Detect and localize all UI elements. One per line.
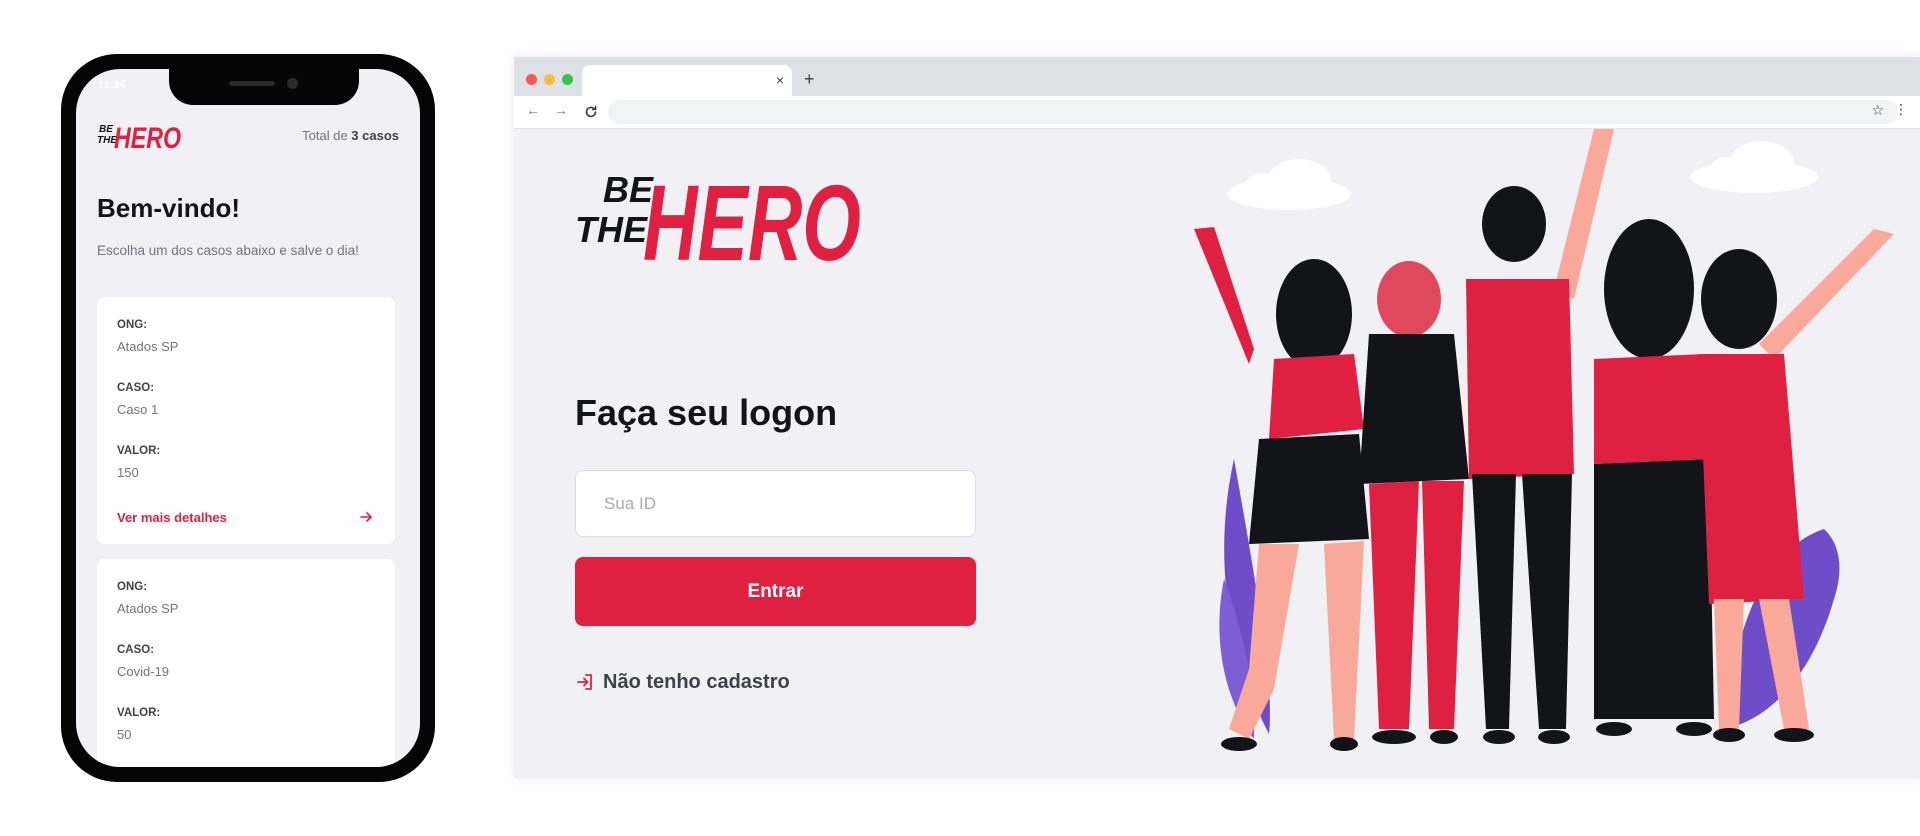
browser-toolbar: ← → ☆ ⋮ (514, 96, 1920, 129)
browser-window: × + ← → ☆ ⋮ BE THE HERO Faça seu logon E… (514, 57, 1920, 778)
ong-label: ONG: (117, 581, 148, 593)
logon-title: Faça seu logon (575, 392, 838, 433)
total-count: 3 casos (351, 128, 399, 143)
caso-label: CASO: (117, 644, 155, 656)
logo-hero: HERO (114, 122, 181, 152)
address-bar[interactable] (608, 100, 1898, 124)
case-valor-row: VALOR: 50 (117, 707, 375, 767)
new-tab-button[interactable]: + (804, 69, 815, 90)
bookmark-star-icon[interactable]: ☆ (1871, 102, 1884, 119)
arrow-right-icon (360, 512, 372, 522)
logo-hero: HERO (643, 162, 861, 272)
heroes-group-illustration (1194, 129, 1894, 751)
showcase: 11:34 BE THE HERO Total de 3 casos Bem-v… (0, 0, 1920, 836)
camera-icon (287, 78, 298, 89)
back-icon[interactable]: ← (526, 102, 540, 118)
case-card: ONG: Atados SP CASO: Covid-19 VALOR: 50 … (97, 559, 395, 767)
minimize-window-button[interactable] (544, 74, 555, 85)
case-caso-row: CASO: Covid-19 (117, 644, 375, 707)
total-cases: Total de 3 casos (302, 128, 399, 143)
be-the-hero-logo: BE THE HERO (575, 162, 861, 272)
phone-notch (169, 69, 359, 105)
case-valor-row: VALOR: 150 (117, 445, 375, 508)
reload-icon[interactable] (584, 105, 598, 119)
login-button[interactable]: Entrar (575, 557, 976, 626)
speaker-icon (229, 81, 275, 86)
browser-tab[interactable]: × (582, 65, 792, 96)
browser-titlebar: × + (514, 57, 1920, 96)
case-ong-row: ONG: Atados SP (117, 319, 375, 382)
maximize-window-button[interactable] (562, 74, 573, 85)
register-label: Não tenho cadastro (603, 670, 790, 693)
ong-value: Atados SP (117, 339, 179, 354)
log-in-icon (577, 674, 592, 690)
cloud-icon (1227, 159, 1351, 210)
status-time: 11:34 (98, 79, 126, 91)
case-caso-row: CASO: Caso 1 (117, 382, 375, 445)
register-link[interactable]: Não tenho cadastro (575, 670, 790, 694)
valor-label: VALOR: (117, 707, 161, 719)
phone-mockup: 11:34 BE THE HERO Total de 3 casos Bem-v… (61, 54, 435, 782)
ong-value: Atados SP (117, 601, 179, 616)
total-prefix: Total de (302, 128, 352, 143)
valor-label: VALOR: (117, 445, 161, 457)
close-tab-icon[interactable]: × (776, 72, 784, 88)
details-link[interactable]: Ver mais detalhes (117, 510, 375, 530)
welcome-subtitle: Escolha um dos casos abaixo e salve o di… (97, 243, 359, 258)
close-window-button[interactable] (526, 74, 537, 85)
valor-value: 50 (117, 727, 132, 742)
case-card: ONG: Atados SP CASO: Caso 1 VALOR: 150 V… (97, 297, 395, 544)
details-link-label: Ver mais detalhes (117, 510, 227, 525)
ong-label: ONG: (117, 319, 148, 331)
browser-menu-icon[interactable]: ⋮ (1894, 101, 1908, 118)
caso-label: CASO: (117, 382, 155, 394)
forward-icon[interactable]: → (554, 102, 568, 118)
caso-value: Caso 1 (117, 402, 159, 417)
welcome-title: Bem-vindo! (97, 193, 240, 223)
caso-value: Covid-19 (117, 664, 170, 679)
case-ong-row: ONG: Atados SP (117, 581, 375, 644)
logo-be: BE (99, 124, 113, 135)
logon-page: BE THE HERO Faça seu logon Entrar Não te… (514, 129, 1920, 778)
id-input[interactable] (575, 470, 976, 537)
cloud-icon (1690, 141, 1818, 193)
be-the-hero-logo: BE THE HERO (97, 122, 181, 152)
mobile-header: BE THE HERO Total de 3 casos (97, 118, 399, 152)
phone-screen: 11:34 BE THE HERO Total de 3 casos Bem-v… (76, 69, 420, 767)
valor-value: 150 (117, 465, 139, 480)
logo-the: THE (575, 209, 648, 250)
